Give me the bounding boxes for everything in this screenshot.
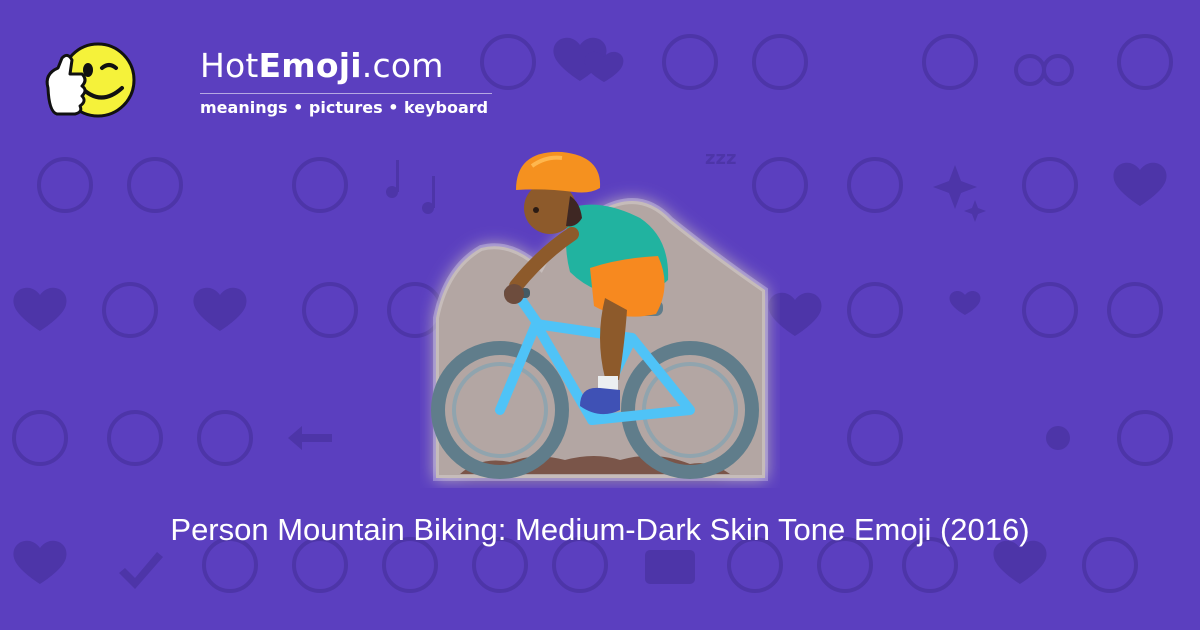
brand-divider — [200, 93, 492, 94]
thumbs-up-smiley-logo — [45, 42, 136, 118]
site-name[interactable]: HotEmoji.com — [200, 44, 444, 88]
site-name-suffix: .com — [361, 46, 444, 85]
brand-header[interactable]: HotEmoji.com meanings • pictures • keybo… — [40, 36, 492, 136]
brand-tagline: meanings • pictures • keyboard — [200, 98, 489, 117]
person-mountain-biking-emoji — [431, 151, 768, 481]
site-name-prefix: Hot — [200, 46, 259, 85]
site-name-bold: Emoji — [258, 46, 362, 85]
emoji-title-caption: Person Mountain Biking: Medium-Dark Skin… — [170, 512, 1030, 547]
